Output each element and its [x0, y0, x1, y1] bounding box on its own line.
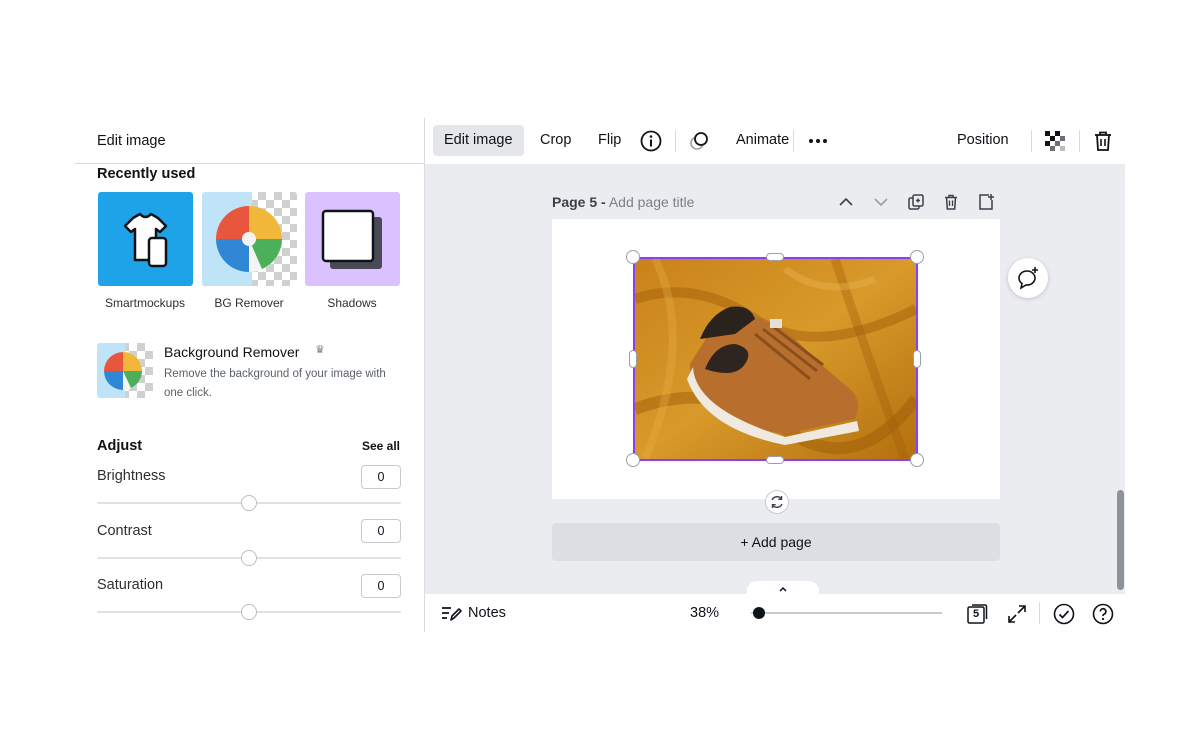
- resize-handle-top-right[interactable]: [910, 250, 924, 264]
- flip-button[interactable]: Flip: [587, 125, 632, 156]
- beach-ball-icon: [202, 192, 282, 286]
- chevron-up-icon: [779, 586, 787, 592]
- smartmockups-label: Smartmockups: [104, 296, 186, 310]
- canvas-area: Page 5 - Add page title + Add page: [424, 164, 1125, 594]
- shadows-tile[interactable]: [305, 192, 400, 286]
- animate-icon[interactable]: [688, 129, 712, 153]
- background-remover-title: Background Remover: [164, 344, 300, 360]
- transparency-icon[interactable]: [1043, 129, 1067, 153]
- saturation-value-input[interactable]: 0: [361, 574, 401, 598]
- add-page-button[interactable]: + Add page: [552, 523, 1000, 561]
- rotate-icon: [771, 496, 783, 508]
- position-button[interactable]: Position: [946, 125, 1020, 156]
- resize-handle-top-left[interactable]: [626, 250, 640, 264]
- chevron-down-icon[interactable]: [871, 192, 891, 212]
- resize-handle-top[interactable]: [766, 253, 784, 261]
- page-count: 5: [972, 608, 980, 620]
- resize-handle-left[interactable]: [629, 350, 637, 368]
- fullscreen-icon[interactable]: [1005, 602, 1029, 626]
- page-count-button[interactable]: 5: [965, 602, 989, 626]
- background-remover-thumbnail: [97, 343, 153, 398]
- notes-icon[interactable]: [439, 602, 463, 626]
- info-icon[interactable]: [639, 129, 663, 153]
- bg-remover-tile[interactable]: [202, 192, 297, 286]
- saturation-label: Saturation: [97, 577, 164, 593]
- resize-handle-right[interactable]: [913, 350, 921, 368]
- vertical-scrollbar[interactable]: [1117, 490, 1124, 590]
- see-all-link[interactable]: See all: [362, 439, 400, 453]
- animate-button[interactable]: Animate: [735, 125, 790, 156]
- brightness-value-input[interactable]: 0: [361, 465, 401, 489]
- duplicate-page-icon[interactable]: [906, 192, 926, 212]
- crown-icon: ♛: [315, 344, 325, 356]
- expand-pages-tab[interactable]: [747, 581, 819, 594]
- contrast-label: Contrast: [97, 523, 152, 539]
- shadow-square-icon: [321, 209, 382, 269]
- more-icon[interactable]: [806, 129, 830, 153]
- beach-ball-icon: [97, 343, 142, 398]
- zoom-slider-handle[interactable]: [753, 607, 765, 619]
- background-remover-description: Remove the background of your image with…: [164, 368, 386, 399]
- help-icon[interactable]: [1091, 602, 1115, 626]
- rotate-handle[interactable]: [765, 490, 789, 514]
- sneaker-image: [635, 259, 916, 459]
- smartmockups-tile[interactable]: [98, 192, 193, 286]
- delete-page-icon[interactable]: [941, 192, 961, 212]
- adjust-title: Adjust: [97, 438, 143, 454]
- panel-header: Edit image: [75, 118, 424, 164]
- contrast-value-input[interactable]: 0: [361, 519, 401, 543]
- brightness-slider-handle[interactable]: [241, 495, 257, 511]
- notes-button[interactable]: Notes: [468, 605, 506, 621]
- context-toolbar: Edit image Crop Flip Animate Position: [424, 118, 1125, 164]
- page-title-placeholder[interactable]: Add page title: [609, 194, 695, 210]
- shadows-label: Shadows: [327, 296, 377, 310]
- resize-handle-bottom[interactable]: [766, 456, 784, 464]
- saturation-slider-handle[interactable]: [241, 604, 257, 620]
- page-number: Page 5 -: [552, 194, 606, 210]
- tshirt-phone-icon: [123, 212, 168, 268]
- bottom-bar: Notes 38% 5: [424, 594, 1125, 632]
- zoom-level[interactable]: 38%: [690, 605, 719, 621]
- bg-remover-label: BG Remover: [214, 296, 284, 310]
- sneaker-photo[interactable]: [633, 257, 918, 461]
- panel-title: Edit image: [97, 133, 166, 149]
- resize-handle-bottom-left[interactable]: [626, 453, 640, 467]
- comment-add-icon: [1018, 267, 1038, 290]
- resize-handle-bottom-right[interactable]: [910, 453, 924, 467]
- brightness-label: Brightness: [97, 468, 166, 484]
- chevron-up-icon[interactable]: [836, 192, 856, 212]
- add-page-icon[interactable]: [976, 192, 996, 212]
- crop-button[interactable]: Crop: [529, 125, 582, 156]
- add-comment-button[interactable]: [1008, 258, 1048, 298]
- trash-icon[interactable]: [1091, 129, 1115, 153]
- recently-used-title: Recently used: [97, 166, 196, 182]
- edit-image-panel: Edit image Recently used Smartmockups BG…: [75, 118, 424, 630]
- contrast-slider-handle[interactable]: [241, 550, 257, 566]
- page-title-row[interactable]: Page 5 - Add page title: [552, 194, 694, 210]
- background-remover-card[interactable]: Background Remover ♛ Remove the backgrou…: [97, 342, 407, 402]
- check-circle-icon[interactable]: [1052, 602, 1076, 626]
- edit-image-button[interactable]: Edit image: [433, 125, 524, 156]
- zoom-slider-track[interactable]: [751, 612, 942, 614]
